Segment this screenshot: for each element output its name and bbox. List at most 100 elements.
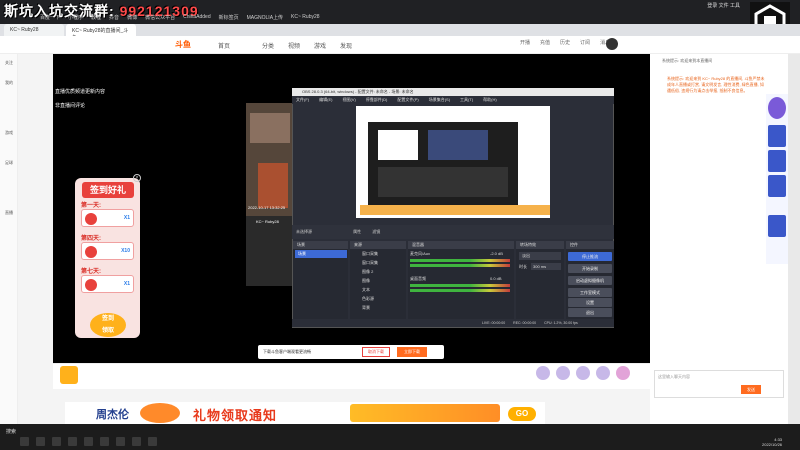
sidebar-item-football[interactable]: 足球 (2, 160, 16, 166)
obs-menu-item[interactable]: 文件(F) (296, 96, 309, 104)
gift-icon[interactable] (576, 366, 590, 380)
obs-source-item[interactable]: 色彩源 (352, 295, 404, 303)
close-icon[interactable]: × (133, 174, 141, 182)
obs-source-item[interactable]: 图像 (352, 277, 404, 285)
obs-source-item[interactable]: 窗口采集 (352, 259, 404, 267)
bookmark-item[interactable]: KC~ Ruby28 (291, 14, 320, 24)
rank-card[interactable] (768, 150, 786, 172)
nav-subscribe[interactable]: 订阅 (580, 39, 590, 46)
gift-icon[interactable] (596, 366, 610, 380)
signin-title: 签到好礼 (82, 182, 134, 198)
app-icon[interactable] (132, 437, 141, 446)
obs-menu-item[interactable]: 视图(V) (342, 96, 355, 104)
exit-button[interactable]: 退出 (568, 308, 612, 317)
obs-scene-item[interactable]: 场景 (295, 250, 347, 258)
send-button[interactable]: 发送 (741, 385, 761, 394)
obs-scenes-list (293, 249, 348, 319)
ad-left-text: 周杰伦 (96, 409, 129, 421)
nav-discover[interactable]: 发现 (340, 41, 352, 50)
rank-card[interactable] (768, 215, 786, 237)
cancel-download-button[interactable]: 取消下载 (362, 347, 390, 357)
virtual-camera-button[interactable]: 启动虚拟摄像机 (568, 276, 612, 285)
download-now-button[interactable]: 立即下载 (397, 347, 427, 357)
chat-input[interactable]: 这里输入聊天内容 (654, 370, 784, 398)
obs-source-item[interactable]: 背景 (352, 304, 404, 312)
mixer-track-name: 桌面音频 (410, 276, 426, 281)
nav-home[interactable]: 首页 (218, 41, 230, 50)
sidebar-item-game[interactable]: 游戏 (2, 130, 16, 136)
tab-live-room[interactable]: KC~ Ruby28的直播间_斗鱼... (66, 24, 136, 41)
rank-card[interactable] (768, 125, 786, 147)
obs-source-item[interactable]: 图像 2 (352, 268, 404, 276)
ad-go-button[interactable]: GO (508, 407, 536, 421)
taskbar-search[interactable]: 搜索 (6, 428, 16, 435)
gift-icon[interactable] (616, 366, 630, 380)
signin-claim-button[interactable]: 签到 领取 (90, 313, 126, 337)
obs-status-bar: LIVE: 00:00:00 REC: 00:00:00 CPU: 1.2%, … (292, 319, 614, 327)
mixer-meter (410, 284, 510, 287)
nav-history[interactable]: 历史 (560, 39, 570, 46)
mixer-meter (410, 259, 510, 262)
obs-menu-item[interactable]: 帮助(H) (483, 96, 497, 104)
nav-recharge[interactable]: 充值 (540, 39, 550, 46)
obs-filters-button[interactable]: 滤镜 (372, 229, 380, 234)
bookmark-item[interactable]: MAGNOLIA上传 (247, 14, 283, 24)
nav-video[interactable]: 视频 (288, 41, 300, 50)
app-icon[interactable] (52, 437, 61, 446)
gift-icon[interactable] (556, 366, 570, 380)
mixer-volume-slider[interactable] (410, 264, 510, 267)
gift-box-icon[interactable] (60, 366, 78, 384)
sidebar-item-live[interactable]: 直播 (2, 210, 16, 216)
tile-date: 2022-10-17 13:32:25 (248, 205, 286, 210)
app-icon[interactable] (84, 437, 93, 446)
obs-menu-item[interactable]: 配置文件(P) (397, 96, 418, 104)
bookmark-item[interactable]: 教程 (91, 14, 101, 24)
gift-icon[interactable] (536, 366, 550, 380)
sidebar-item-follow[interactable]: 关注 (2, 60, 16, 66)
obs-properties-button[interactable]: 属性 (353, 229, 361, 234)
obs-menu-item[interactable]: 场景集合(S) (429, 96, 450, 104)
bookmark-item[interactable]: 百度一下 (40, 14, 60, 24)
transition-duration-input[interactable]: 300 ms (531, 263, 561, 270)
rank-badge[interactable] (768, 97, 786, 119)
app-icon[interactable] (68, 437, 77, 446)
start-recording-button[interactable]: 开始录制 (568, 264, 612, 273)
bookmarks-bar: 百度一下 小程序 教程 抖音 微博 微信公众平台 ChinaAdded 新标签页… (0, 14, 740, 24)
bookmark-item[interactable]: 微信公众平台 (145, 14, 175, 24)
window-controls[interactable]: 登录 文件 工具 (707, 2, 740, 9)
stop-streaming-button[interactable]: 停止推流 (568, 252, 612, 261)
bookmark-item[interactable]: 微博 (127, 14, 137, 24)
site-logo[interactable]: 斗鱼 (175, 39, 191, 50)
studio-mode-button[interactable]: 工作室模式 (568, 288, 612, 297)
page-scrollbar[interactable] (788, 54, 800, 424)
app-icon[interactable] (148, 437, 157, 446)
player-text-line: 非直播间评论 (55, 103, 86, 109)
sidebar-item-mine[interactable]: 我的 (2, 80, 16, 86)
bookmark-item[interactable]: ChinaAdded (183, 14, 211, 24)
bookmark-item[interactable]: 新标签页 (219, 14, 239, 24)
obs-menu-item[interactable]: 编辑(E) (319, 96, 332, 104)
windows-icon[interactable] (20, 437, 29, 446)
app-icon[interactable] (116, 437, 125, 446)
rank-card[interactable] (768, 175, 786, 197)
signin-day-label: 第一天: (81, 203, 101, 209)
bookmark-item[interactable]: 小程序 (68, 14, 83, 24)
nav-game[interactable]: 游戏 (314, 41, 326, 50)
obs-menu-item[interactable]: 工具(T) (460, 96, 473, 104)
obs-source-item[interactable]: 窗口采集 (352, 250, 404, 258)
settings-button[interactable]: 设置 (568, 298, 612, 307)
mixer-volume-slider[interactable] (410, 289, 510, 292)
obs-source-item[interactable]: 文本 (352, 286, 404, 294)
tile-name: KC~ Ruby28 (256, 219, 279, 224)
nav-start-live[interactable]: 开播 (520, 39, 530, 46)
signin-reward: X1 (81, 275, 134, 293)
bookmark-item[interactable]: 抖音 (109, 14, 119, 24)
nav-category[interactable]: 分类 (262, 41, 274, 50)
tab-home[interactable]: KC~ Ruby28 (4, 24, 64, 36)
transition-select[interactable]: 淡出 (519, 252, 561, 260)
obs-menu-item[interactable]: 停靠部件(D) (366, 96, 388, 104)
user-avatar[interactable] (606, 38, 618, 50)
app-icon[interactable] (36, 437, 45, 446)
reward-count: X1 (123, 215, 130, 221)
app-icon[interactable] (100, 437, 109, 446)
